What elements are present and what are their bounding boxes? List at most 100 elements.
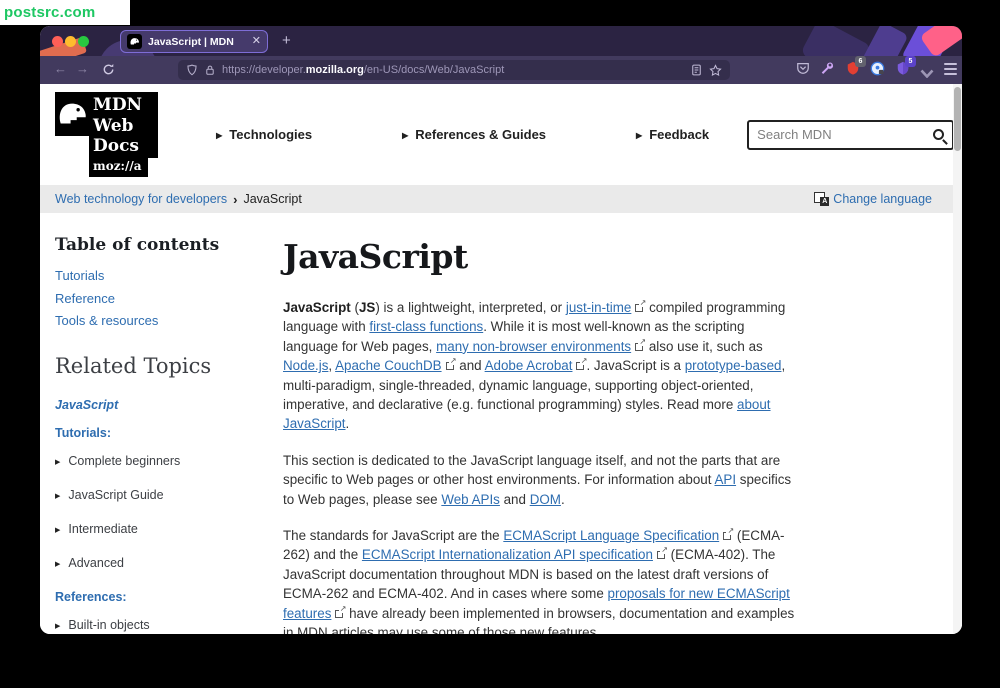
browser-tab[interactable]: JavaScript | MDN xyxy=(120,30,268,53)
article-link[interactable]: just-in-time xyxy=(566,300,631,315)
article-link[interactable]: API xyxy=(714,472,736,487)
watermark-text: postsrc.com xyxy=(4,4,96,21)
external-link-icon xyxy=(723,527,735,541)
back-button[interactable] xyxy=(54,62,67,75)
article-link[interactable]: DOM xyxy=(530,492,561,507)
sidebar-item-javascript[interactable]: JavaScript xyxy=(55,398,283,412)
related-topics-title: Related Topics xyxy=(55,354,212,378)
toc-title: Table of contents xyxy=(55,235,220,255)
theme-artwork xyxy=(861,26,909,56)
bold-text: JavaScript xyxy=(283,300,351,315)
scrollbar-thumb[interactable] xyxy=(954,87,961,151)
sidebar-group-tutorials[interactable]: Tutorials: xyxy=(55,426,283,440)
url-prefix: https://developer. xyxy=(222,64,306,76)
hamburger-menu-icon[interactable] xyxy=(944,63,957,75)
sidebar-link-tools-resources[interactable]: Tools & resources xyxy=(55,313,283,328)
sidebar-item-javascript-guide[interactable]: JavaScript Guide xyxy=(55,488,283,502)
forward-button[interactable] xyxy=(76,62,89,75)
external-link-icon xyxy=(635,299,647,312)
article-link[interactable]: ECMAScript Language Specification xyxy=(503,528,719,543)
scrollbar-track[interactable] xyxy=(953,84,962,634)
article: JavaScript JavaScript (JS) is a lightwei… xyxy=(283,235,797,634)
bold-text: JS xyxy=(358,300,376,315)
nav-item-feedback[interactable]: Feedback xyxy=(636,127,709,142)
pocket-icon[interactable] xyxy=(796,61,810,80)
breadcrumb-separator-icon xyxy=(233,192,237,207)
tab-bar: JavaScript | MDN xyxy=(40,26,962,56)
sidebar-item-intermediate[interactable]: Intermediate xyxy=(55,522,283,536)
search-input[interactable] xyxy=(757,127,934,142)
change-language-button[interactable]: Change language xyxy=(814,192,932,206)
watermark: postsrc.com xyxy=(0,0,130,25)
external-link-icon xyxy=(445,357,457,371)
extension-badge: 6 xyxy=(855,56,866,67)
page-title: JavaScript xyxy=(283,237,468,276)
sidebar-link-tutorials[interactable]: Tutorials xyxy=(55,268,283,283)
tab-title: JavaScript | MDN xyxy=(148,35,234,48)
browser-window: JavaScript | MDN https://developer.mozil… xyxy=(40,26,962,634)
bookmark-star-icon[interactable] xyxy=(709,63,722,77)
mdn-logo[interactable]: MDN Web Docs moz://a xyxy=(55,92,159,177)
external-link-icon xyxy=(335,604,347,618)
article-paragraph: JavaScript (JS) is a lightweight, interp… xyxy=(283,298,797,434)
logo-subtitle: moz://a xyxy=(89,158,148,177)
sidebar-item-advanced[interactable]: Advanced xyxy=(55,556,283,570)
mdn-header: MDN Web Docs moz://a Technologies Refere… xyxy=(40,84,962,185)
article-link[interactable]: many non-browser environments xyxy=(436,339,631,354)
external-link-icon xyxy=(656,546,668,560)
tracking-shield-icon[interactable] xyxy=(186,64,198,76)
breadcrumb-parent-link[interactable]: Web technology for developers xyxy=(55,192,227,206)
extension-badge: 5 xyxy=(905,56,916,67)
translate-icon xyxy=(814,192,830,206)
external-link-icon xyxy=(635,337,647,351)
breadcrumb: Web technology for developers JavaScript… xyxy=(40,185,962,213)
sidebar-link-reference[interactable]: Reference xyxy=(55,291,283,306)
article-link[interactable]: first-class functions xyxy=(369,319,483,334)
mdn-nav: Technologies References & Guides Feedbac… xyxy=(216,127,709,142)
article-link[interactable]: about JavaScript xyxy=(283,397,771,431)
search-box[interactable] xyxy=(747,119,955,150)
sidebar-item-complete-beginners[interactable]: Complete beginners xyxy=(55,454,283,468)
privacy-extension-icon[interactable]: 5 xyxy=(896,56,916,75)
new-tab-button[interactable] xyxy=(282,32,291,49)
change-language-label: Change language xyxy=(833,192,932,206)
article-link[interactable]: ECMAScript Internationalization API spec… xyxy=(362,547,653,562)
downloads-chevron-icon[interactable] xyxy=(920,65,934,83)
url-bar[interactable]: https://developer.mozilla.org/en-US/docs… xyxy=(178,60,730,80)
window-close-button[interactable] xyxy=(52,36,63,47)
search-icon[interactable] xyxy=(933,129,945,140)
article-link[interactable]: Node.js xyxy=(283,358,328,373)
adblock-extension-icon[interactable]: 6 xyxy=(846,56,866,75)
nav-item-references-guides[interactable]: References & Guides xyxy=(402,127,546,142)
article-paragraph: This section is dedicated to the JavaScr… xyxy=(283,452,792,507)
article-link[interactable]: prototype-based xyxy=(685,358,782,373)
window-zoom-button[interactable] xyxy=(78,36,89,47)
mdn-favicon-icon xyxy=(127,34,142,49)
reload-button[interactable] xyxy=(102,63,115,78)
sidebar: Table of contents Tutorials Reference To… xyxy=(55,235,283,634)
page-content: MDN Web Docs moz://a Technologies Refere… xyxy=(40,84,962,634)
article-paragraph: The standards for JavaScript are the ECM… xyxy=(283,526,797,634)
sidebar-item-built-in-objects[interactable]: Built-in objects xyxy=(55,618,283,632)
address-text: https://developer.mozilla.org/en-US/docs… xyxy=(222,64,684,76)
password-manager-icon[interactable] xyxy=(870,61,885,81)
article-link[interactable]: Web APIs xyxy=(441,492,500,507)
wrench-icon[interactable] xyxy=(820,61,834,80)
url-domain: mozilla.org xyxy=(305,64,364,76)
reload-icon xyxy=(103,63,114,75)
article-link[interactable]: Apache CouchDB xyxy=(335,358,441,373)
theme-artwork xyxy=(800,26,872,56)
navigation-toolbar: https://developer.mozilla.org/en-US/docs… xyxy=(40,56,962,84)
sidebar-group-references[interactable]: References: xyxy=(55,590,283,604)
reader-view-icon[interactable] xyxy=(691,64,702,76)
external-link-icon xyxy=(576,357,588,371)
main-area: Table of contents Tutorials Reference To… xyxy=(40,213,962,634)
nav-item-technologies[interactable]: Technologies xyxy=(216,127,312,142)
article-link[interactable]: Adobe Acrobat xyxy=(485,358,573,373)
window-minimize-button[interactable] xyxy=(65,36,76,47)
tab-close-icon[interactable] xyxy=(252,36,261,47)
logo-title: MDN Web Docs xyxy=(89,92,159,159)
article-link[interactable]: proposals for new ECMAScript features xyxy=(283,586,790,620)
lock-icon xyxy=(206,65,214,75)
url-path: /en-US/docs/Web/JavaScript xyxy=(363,64,505,76)
